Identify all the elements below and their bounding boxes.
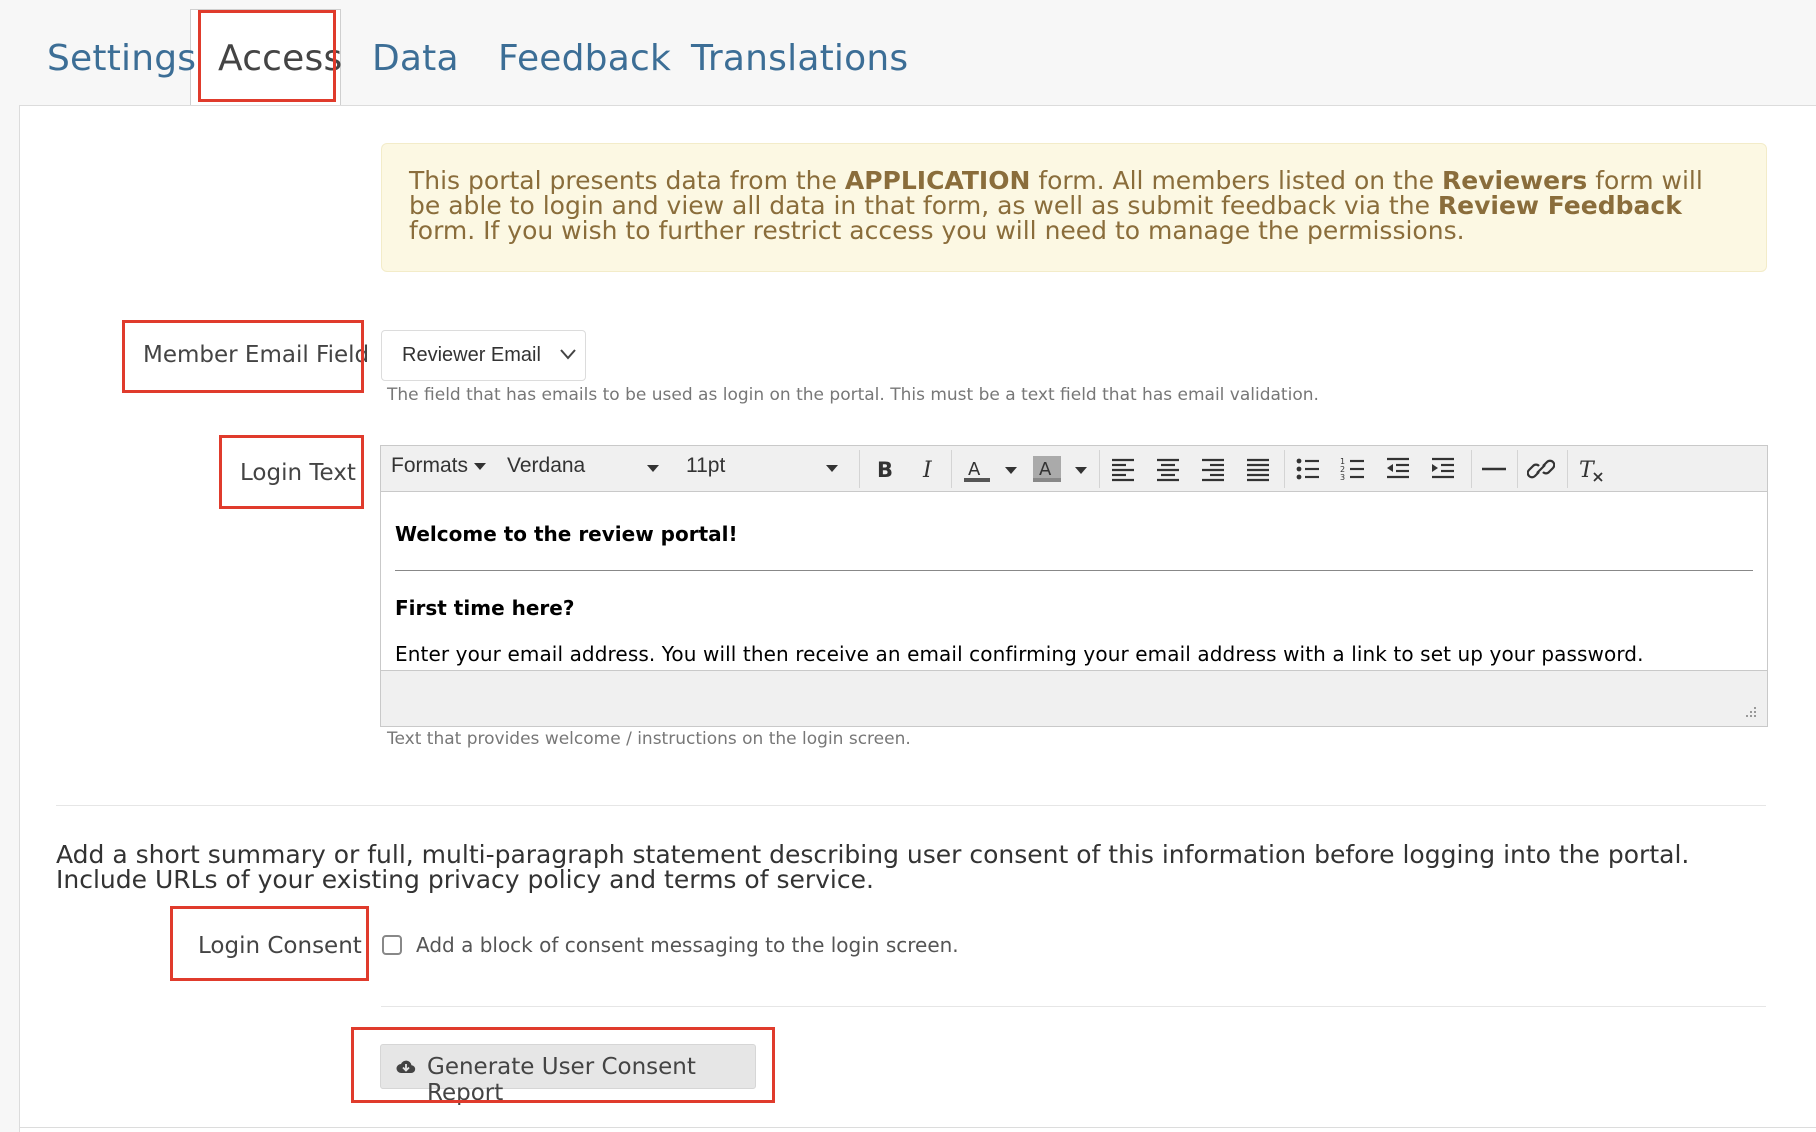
notice-text: form. If you wish to further restrict ac… — [409, 216, 1465, 245]
resize-handle-icon[interactable] — [1745, 706, 1757, 718]
cloud-download-icon — [396, 1060, 416, 1074]
align-center-icon[interactable] — [1154, 455, 1182, 483]
consent-description: Add a short summary or full, multi-parag… — [56, 840, 1690, 894]
svg-text:T: T — [1579, 458, 1596, 483]
generate-consent-report-label: Generate User Consent Report — [427, 1054, 696, 1106]
tab-data[interactable]: Data — [372, 38, 459, 79]
svg-text:B: B — [877, 458, 893, 482]
formats-label: Formats — [391, 454, 469, 477]
svg-text:3: 3 — [1340, 473, 1345, 482]
login-text-label: Login Text — [240, 460, 356, 486]
clear-formatting-icon[interactable]: T — [1577, 455, 1605, 483]
panel-bottom-border — [19, 1127, 1816, 1128]
login-text-editor[interactable]: Formats Verdana 11pt B I A A 123 T Welco… — [380, 445, 1768, 727]
section-divider — [381, 1006, 1766, 1007]
svg-text:I: I — [922, 458, 933, 483]
member-email-help: The field that has emails to be used as … — [387, 385, 1319, 405]
login-consent-label: Login Consent — [198, 933, 362, 959]
tab-translations[interactable]: Translations — [691, 38, 908, 79]
member-email-value: Reviewer Email — [402, 344, 541, 366]
align-right-icon[interactable] — [1199, 455, 1227, 483]
outdent-icon[interactable] — [1384, 455, 1412, 483]
generate-consent-report-button[interactable]: Generate User Consent Report — [380, 1044, 756, 1106]
tab-access[interactable]: Access — [218, 38, 342, 79]
chevron-down-icon — [560, 349, 576, 360]
bullet-list-icon[interactable] — [1294, 455, 1322, 483]
font-family-dropdown[interactable]: Verdana — [507, 454, 659, 478]
login-text-help: Text that provides welcome / instruction… — [387, 729, 911, 749]
formats-dropdown[interactable]: Formats — [391, 454, 487, 478]
bold-icon[interactable]: B — [870, 455, 898, 483]
editor-subheading: First time here? — [395, 596, 575, 620]
font-size-label: 11pt — [686, 454, 726, 477]
member-email-label: Member Email Field — [143, 342, 370, 368]
align-justify-icon[interactable] — [1244, 455, 1272, 483]
horizontal-rule-icon[interactable] — [1480, 455, 1508, 483]
editor-toolbar: Formats Verdana 11pt B I A A 123 T — [381, 446, 1767, 492]
font-size-dropdown[interactable]: 11pt — [686, 454, 838, 478]
svg-text:A: A — [1039, 459, 1052, 480]
indent-icon[interactable] — [1429, 455, 1457, 483]
member-email-select[interactable]: Reviewer Email — [381, 330, 586, 381]
editor-divider — [395, 570, 1753, 571]
editor-heading: Welcome to the review portal! — [395, 522, 738, 546]
login-consent-checkbox[interactable] — [382, 935, 402, 955]
link-icon[interactable] — [1527, 455, 1555, 483]
editor-content[interactable]: Welcome to the review portal! First time… — [381, 492, 1767, 670]
background-color-icon[interactable]: A — [1031, 455, 1091, 483]
notice-form-review-feedback: Review Feedback — [1437, 191, 1682, 220]
font-family-label: Verdana — [507, 454, 586, 477]
login-consent-checkbox-label[interactable]: Add a block of consent messaging to the … — [416, 933, 959, 957]
tab-settings[interactable]: Settings — [47, 38, 196, 79]
tab-bar: Settings Access Data Feedback Translatio… — [0, 0, 1816, 106]
editor-body-text: Enter your email address. You will then … — [395, 642, 1644, 666]
numbered-list-icon[interactable]: 123 — [1339, 455, 1367, 483]
text-color-icon[interactable]: A — [961, 455, 1021, 483]
editor-statusbar — [381, 670, 1767, 726]
access-notice: This portal presents data from the APPLI… — [381, 143, 1767, 272]
italic-icon[interactable]: I — [914, 455, 942, 483]
align-left-icon[interactable] — [1109, 455, 1137, 483]
svg-text:A: A — [968, 459, 981, 480]
tab-feedback[interactable]: Feedback — [498, 38, 671, 79]
section-divider — [56, 805, 1766, 806]
